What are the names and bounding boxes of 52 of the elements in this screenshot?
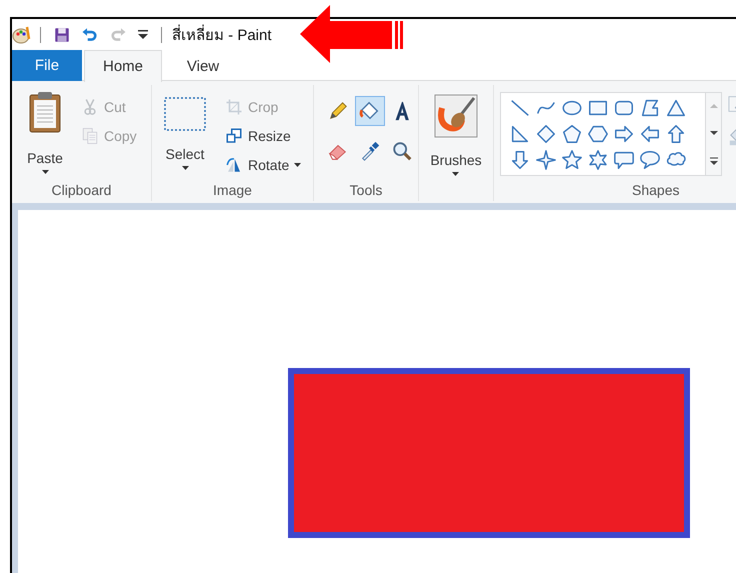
paint-bucket-icon xyxy=(359,100,381,122)
expand-gallery-icon[interactable] xyxy=(708,156,718,166)
copy-icon xyxy=(81,127,99,145)
ribbon-tab[interactable]: View xyxy=(164,50,242,81)
rotate-icon xyxy=(225,156,243,174)
resize-button[interactable]: Resize xyxy=(224,124,302,148)
left-arrow-icon[interactable] xyxy=(639,123,661,145)
brush-icon xyxy=(434,94,478,138)
up-arrow-icon[interactable] xyxy=(665,123,687,145)
crop-icon xyxy=(225,98,243,116)
polygon-icon[interactable] xyxy=(639,97,661,119)
caret-icon xyxy=(294,163,302,167)
diamond-icon[interactable] xyxy=(535,123,557,145)
rotate-button[interactable]: Rotate xyxy=(224,153,302,177)
pencil-icon xyxy=(327,100,349,122)
four-point-star-icon[interactable] xyxy=(535,149,557,171)
customize-icon xyxy=(138,30,148,39)
group-label: Image xyxy=(212,181,253,200)
save-icon xyxy=(53,26,71,44)
selection-icon xyxy=(163,96,207,132)
resize-icon xyxy=(225,127,243,145)
pentagon-icon[interactable] xyxy=(561,123,583,145)
group-label: Tools xyxy=(348,181,384,200)
five-point-star-icon[interactable] xyxy=(561,149,583,171)
select-button[interactable]: Select xyxy=(156,87,214,179)
scroll-down-icon[interactable] xyxy=(708,128,718,137)
rounded-callout-icon[interactable] xyxy=(613,149,635,171)
brushes-button[interactable]: Brushes xyxy=(423,87,489,179)
line-icon[interactable] xyxy=(509,97,531,119)
caret-icon xyxy=(452,172,460,176)
triangle-icon[interactable] xyxy=(665,97,687,119)
hexagon-icon[interactable] xyxy=(587,123,609,145)
group-label: Clipboard xyxy=(50,181,112,200)
eyedropper-icon xyxy=(359,140,381,162)
magnifier-icon xyxy=(391,140,413,162)
oval-callout-icon[interactable] xyxy=(639,149,661,171)
file-menu-button[interactable]: File xyxy=(12,50,82,81)
ribbon-tab[interactable]: Home xyxy=(84,50,162,82)
right-triangle-icon[interactable] xyxy=(509,123,531,145)
redo-icon xyxy=(109,26,127,44)
fill-tool-button[interactable] xyxy=(355,96,385,126)
caret-icon xyxy=(182,166,188,170)
down-arrow-icon[interactable] xyxy=(509,149,531,171)
group-label: Shapes xyxy=(631,181,680,200)
window-title: สี่เหลี่ยม - Paint xyxy=(172,24,272,46)
palette-icon[interactable] xyxy=(12,24,32,44)
undo-icon xyxy=(81,26,99,44)
right-arrow-icon[interactable] xyxy=(613,123,635,145)
six-point-star-icon[interactable] xyxy=(587,149,609,171)
clipboard-icon xyxy=(27,90,63,134)
paste-button[interactable]: Paste xyxy=(20,87,70,179)
caret-icon xyxy=(42,170,48,174)
